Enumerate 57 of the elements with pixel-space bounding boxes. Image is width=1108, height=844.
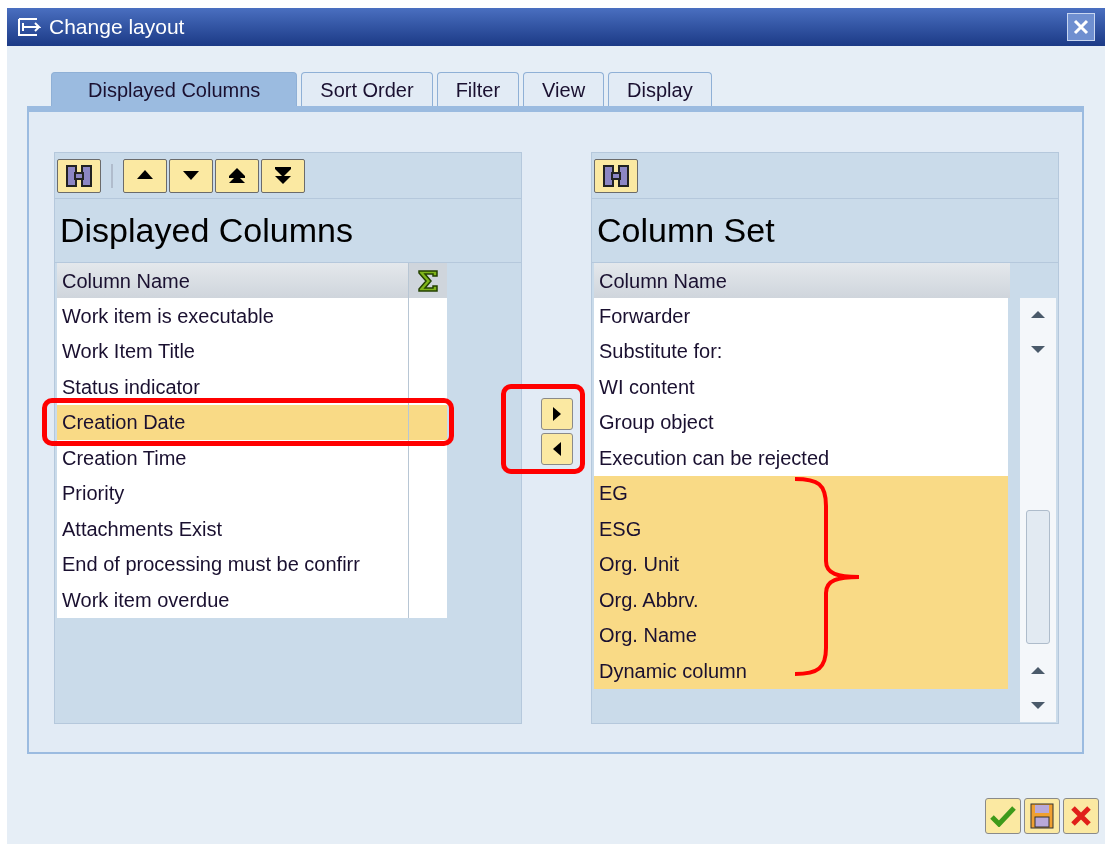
close-icon [1073,19,1089,35]
double-down-icon [272,166,294,185]
binoculars-icon [65,163,93,188]
list-row[interactable]: Forwarder [594,298,1008,334]
tab[interactable]: Filter [436,72,520,106]
panel-heading: Displayed Columns [60,210,353,251]
column-header[interactable]: Column Name [57,263,409,298]
column-header[interactable]: Column Name [594,263,1010,298]
table-cell [409,404,447,440]
window-title: Change layout [49,14,185,41]
move-left-button[interactable] [540,433,573,465]
list-row[interactable]: Group object [594,404,1008,440]
scroll-thumb[interactable] [1026,510,1050,644]
list-row[interactable]: Work Item Title [57,333,409,369]
tab[interactable]: Displayed Columns [51,72,298,106]
scrollbar[interactable] [1020,298,1056,722]
cancel-button[interactable] [1063,798,1099,834]
list-row[interactable]: ESG [594,511,1008,547]
list-row[interactable]: End of processing must be confirr [57,546,409,582]
panel-heading: Column Set [597,210,775,251]
move-button[interactable] [169,158,213,193]
window-icon [17,17,41,37]
find-button[interactable] [57,158,101,193]
list-row[interactable]: Dynamic column [594,653,1008,689]
sigma-icon [416,268,440,293]
move-right-button[interactable] [540,398,573,430]
list-row[interactable]: Creation Date [57,404,409,440]
list-row[interactable]: Org. Unit [594,546,1008,582]
move-button[interactable] [215,158,259,193]
double-up-icon [226,166,248,185]
cancel-icon [1070,805,1092,827]
list-row[interactable]: Org. Abbrv. [594,582,1008,618]
list-row[interactable]: WI content [594,369,1008,405]
save-button[interactable] [1024,798,1060,834]
table-cell [409,582,447,618]
tab[interactable]: Display [608,72,712,106]
binoculars-icon [602,163,630,188]
confirm-button[interactable] [985,798,1021,834]
list-row[interactable]: Work item overdue [57,582,409,618]
column-header[interactable] [409,263,447,298]
checkmark-icon [990,805,1016,827]
list-row[interactable]: Substitute for: [594,333,1008,369]
move-button[interactable] [123,158,167,193]
table-cell [409,298,447,334]
triangle-right-icon [551,406,562,422]
list-row[interactable]: Priority [57,475,409,511]
triangle-left-icon [551,441,562,457]
move-button[interactable] [261,158,305,193]
list-row[interactable]: Attachments Exist [57,511,409,547]
tab[interactable]: View [523,72,605,106]
list-row[interactable]: Work item is executable [57,298,409,334]
find-button[interactable] [594,158,638,193]
list-row[interactable]: EG [594,475,1008,511]
tab[interactable]: Sort Order [301,72,433,106]
close-button[interactable] [1067,13,1095,41]
list-row[interactable]: Org. Name [594,617,1008,653]
list-row[interactable]: Execution can be rejected [594,440,1008,476]
